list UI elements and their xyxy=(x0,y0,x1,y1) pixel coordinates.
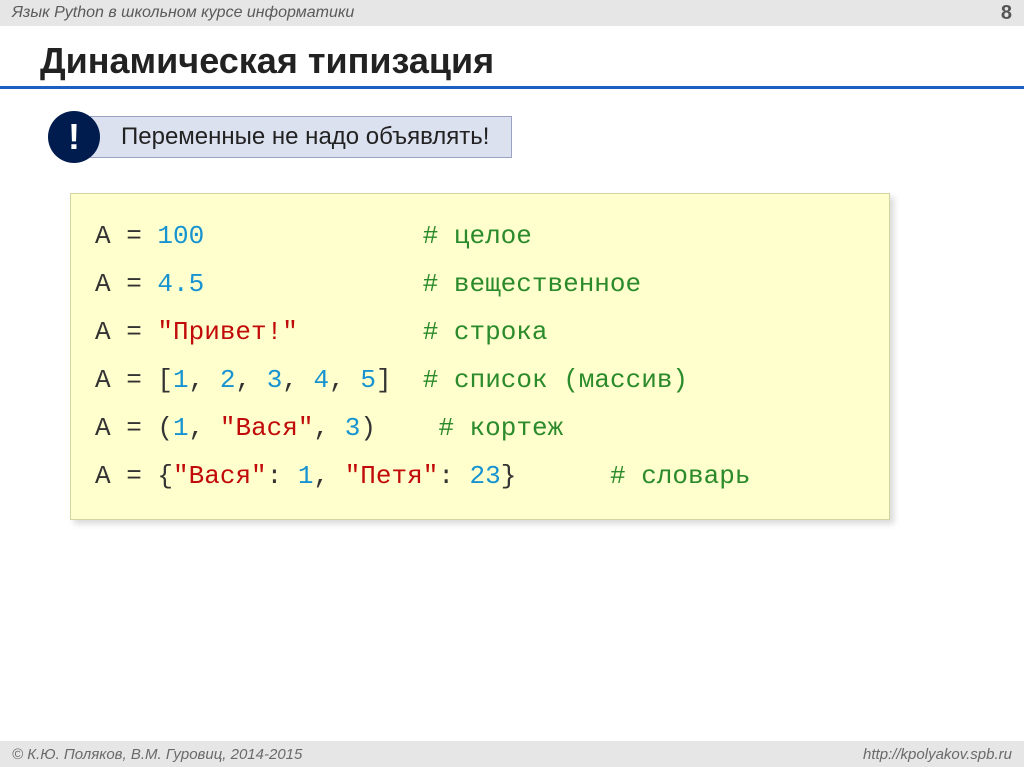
page-number: 8 xyxy=(1001,2,1012,25)
title-underline xyxy=(0,86,1024,89)
code-line-5: A = (1, "Вася", 3) # кортеж xyxy=(95,404,865,452)
code-line-3: A = "Привет!" # строка xyxy=(95,308,865,356)
code-line-6: A = {"Вася": 1, "Петя": 23} # словарь xyxy=(95,452,865,500)
code-line-2: A = 4.5 # вещественное xyxy=(95,260,865,308)
topbar: Язык Python в школьном курсе информатики… xyxy=(0,0,1024,26)
callout-text: Переменные не надо объявлять! xyxy=(90,116,512,158)
code-line-1: A = 100 # целое xyxy=(95,212,865,260)
code-block: A = 100 # целое A = 4.5 # вещественное A… xyxy=(70,193,890,520)
course-title: Язык Python в школьном курсе информатики xyxy=(12,4,354,22)
footer-right: http://kpolyakov.spb.ru xyxy=(863,746,1012,763)
slide-title: Динамическая типизация xyxy=(40,40,1024,82)
footer-left: © К.Ю. Поляков, В.М. Гуровиц, 2014-2015 xyxy=(12,746,302,763)
exclamation-icon: ! xyxy=(48,111,100,163)
code-line-4: A = [1, 2, 3, 4, 5] # список (массив) xyxy=(95,356,865,404)
callout: ! Переменные не надо объявлять! xyxy=(48,111,1024,163)
footer: © К.Ю. Поляков, В.М. Гуровиц, 2014-2015 … xyxy=(0,741,1024,767)
